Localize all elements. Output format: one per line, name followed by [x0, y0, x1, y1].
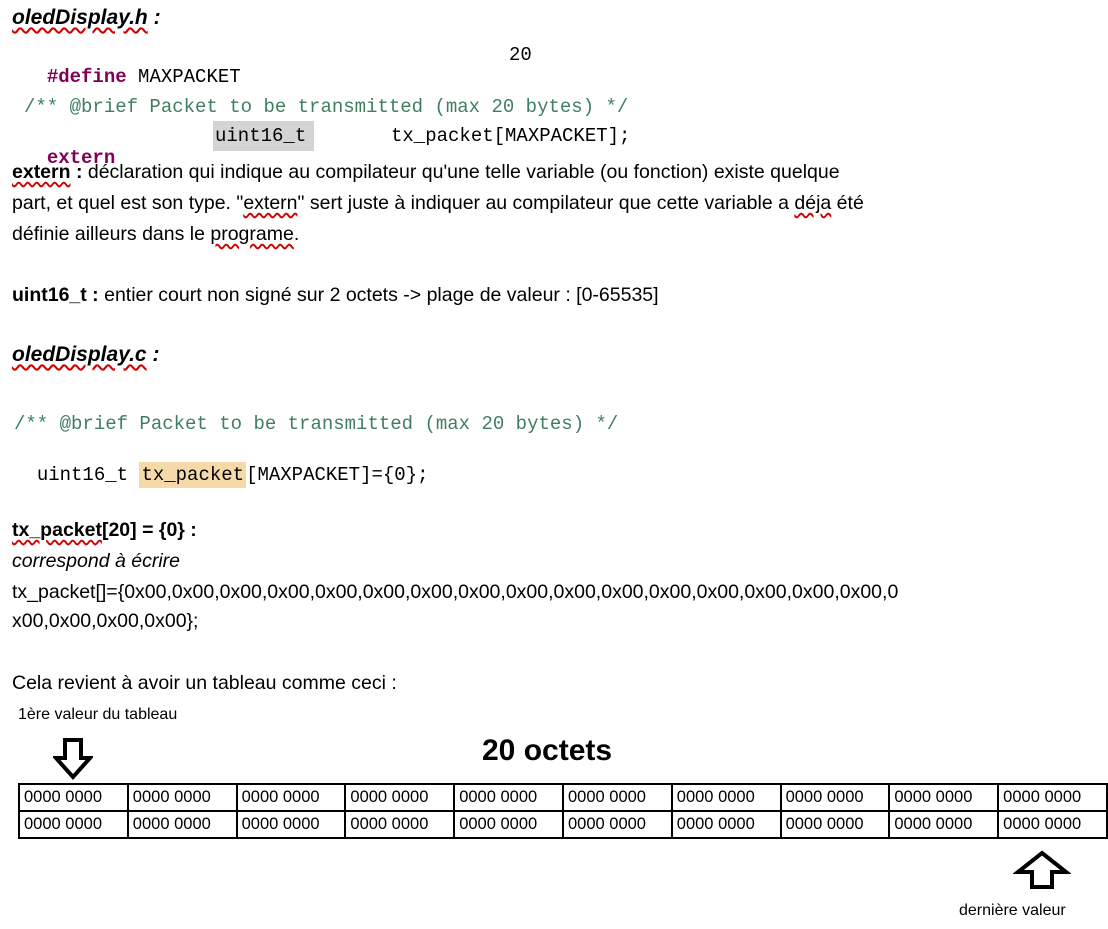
table-cell: 0000 0000 [779, 810, 891, 839]
code-c-type: uint16_t [36, 464, 129, 486]
extern-line3-term: programe [210, 223, 294, 245]
extern-line2-a: part, et quel est son type. " [12, 192, 244, 214]
table-cell: 0000 0000 [126, 810, 238, 839]
byte-table: 0000 0000 0000 0000 0000 0000 0000 0000 … [18, 783, 1108, 839]
init-term-a: tx_packet [12, 519, 102, 541]
define-value: 20 [509, 44, 532, 66]
extern-line2-deja: déja [794, 192, 832, 214]
table-cell: 0000 0000 [453, 783, 564, 812]
init-term-line: tx_packet[20] = {0} : [12, 515, 197, 546]
last-value-label: dernière valeur [959, 902, 1066, 919]
table-cell: 0000 0000 [670, 810, 782, 839]
table-cell: 0000 0000 [18, 783, 129, 812]
extern-colon: : [70, 161, 83, 183]
heading-h-file: oledDisplay.h : [12, 6, 161, 30]
table-cell: 0000 0000 [888, 810, 1000, 839]
extern-line-1: extern : déclaration qui indique au comp… [12, 157, 840, 188]
init-line-1: tx_packet[]={0x00,0x00,0x00,0x00,0x00,0x… [12, 581, 899, 603]
table-cell: 0000 0000 [453, 810, 564, 839]
table-cell: 0000 0000 [235, 783, 347, 812]
table-row: 0000 0000 0000 0000 0000 0000 0000 0000 … [18, 783, 1108, 812]
define-name: MAXPACKET [126, 66, 241, 88]
code-c-comment: /** @brief Packet to be transmitted (max… [14, 413, 619, 435]
table-cell: 0000 0000 [997, 810, 1108, 839]
extern-line2-term: extern [243, 192, 298, 214]
table-cell: 0000 0000 [888, 783, 1000, 812]
code-define-line: #define MAXPACKET [24, 44, 241, 88]
code-c-rest: [MAXPACKET]={0}; [246, 464, 429, 486]
table-cell: 0000 0000 [670, 783, 782, 812]
table-cell: 0000 0000 [344, 810, 456, 839]
table-cell: 0000 0000 [344, 783, 456, 812]
extern-line3-b: . [293, 223, 300, 245]
extern-line1-text: déclaration qui indique au compilateur q… [82, 161, 840, 183]
init-term-b: [20] = {0} : [101, 519, 197, 541]
table-intro: Cela revient à avoir un tableau comme ce… [12, 672, 397, 694]
extern-term: extern [12, 161, 71, 183]
up-arrow-icon [1012, 850, 1072, 895]
table-cell: 0000 0000 [18, 810, 129, 839]
table-row: 0000 0000 0000 0000 0000 0000 0000 0000 … [18, 810, 1108, 839]
uint-term: uint16_t : [12, 284, 99, 306]
init-line-2: x00,0x00,0x00,0x00}; [12, 610, 199, 632]
extern-line-3: définie ailleurs dans le programe. [12, 219, 299, 250]
c-colon: : [146, 343, 160, 366]
h-filename: oledDisplay.h [12, 6, 148, 29]
table-cell: 0000 0000 [126, 783, 238, 812]
c-filename: oledDisplay.c [12, 343, 147, 366]
define-keyword: #define [46, 66, 127, 88]
extern-line-2: part, et quel est son type. "extern" ser… [12, 188, 864, 219]
table-cell: 0000 0000 [561, 783, 673, 812]
size-label: 20 octets [482, 734, 613, 767]
table-cell: 0000 0000 [779, 783, 891, 812]
extern-line2-c: été [831, 192, 864, 214]
heading-c-file: oledDisplay.c : [12, 343, 159, 367]
code-h-comment: /** @brief Packet to be transmitted (max… [24, 96, 629, 118]
table-cell: 0000 0000 [561, 810, 673, 839]
extern-line3-a: définie ailleurs dans le [12, 223, 211, 245]
down-arrow-icon [51, 738, 95, 785]
uint-line: uint16_t : entier court non signé sur 2 … [12, 280, 659, 311]
table-cell: 0000 0000 [997, 783, 1108, 812]
code-c-decl-line: uint16_t tx_packet [MAXPACKET]={0}; [14, 442, 429, 488]
uint-text: entier court non signé sur 2 octets -> p… [98, 284, 659, 306]
extern-line2-b: " sert juste à indiquer au compilateur q… [297, 192, 795, 214]
init-italic: correspond à écrire [12, 550, 180, 572]
table-cell: 0000 0000 [235, 810, 347, 839]
h-colon: : [147, 6, 161, 29]
code-extern-decl: tx_packet[MAXPACKET]; [391, 125, 631, 147]
code-extern-type: uint16_t [213, 121, 315, 151]
code-c-name: tx_packet [139, 462, 247, 488]
first-value-label: 1ère valeur du tableau [18, 706, 178, 723]
